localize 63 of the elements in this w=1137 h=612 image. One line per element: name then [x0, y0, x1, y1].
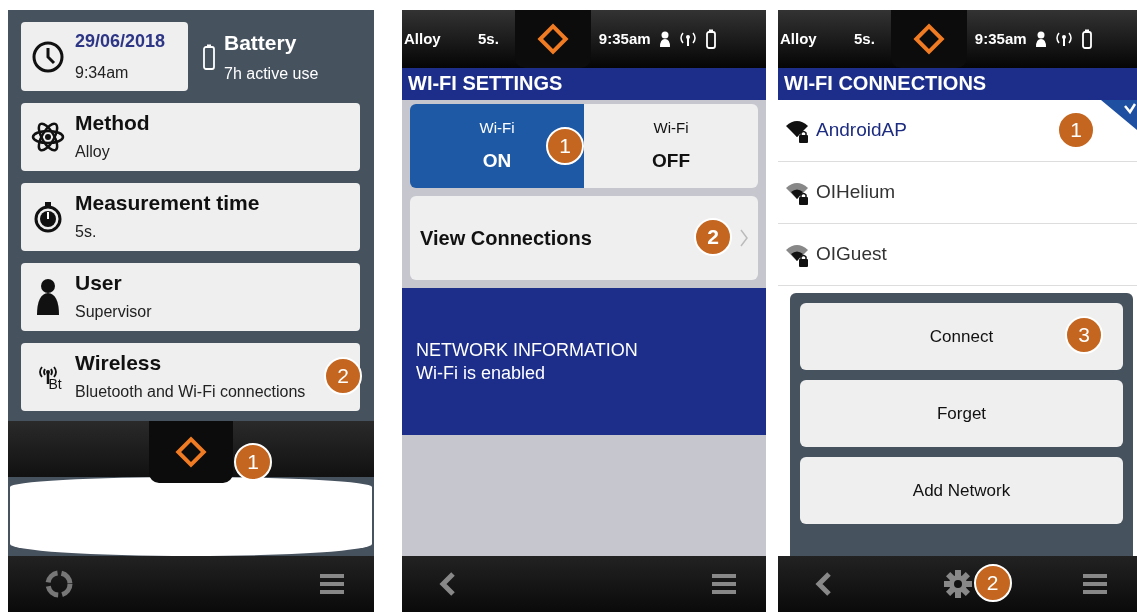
- callout-number-badge: 1: [234, 443, 272, 481]
- method-label: Alloy: [404, 28, 442, 49]
- duration-label: 5s.: [478, 28, 499, 49]
- duration-label: 5s.: [854, 28, 875, 49]
- icon-label: Bt: [48, 377, 62, 391]
- setting-title: Measurement time: [75, 190, 260, 216]
- setting-title: Wireless: [75, 350, 163, 376]
- person-icon: [34, 278, 62, 316]
- checkmark-corner-icon: [1101, 100, 1137, 130]
- circular-arrows-icon: [44, 569, 74, 599]
- view-connections-button[interactable]: View Connections 2: [410, 196, 758, 280]
- diamond-logo-icon: [536, 23, 569, 55]
- method-label: Alloy: [780, 28, 818, 49]
- setting-value: Alloy: [75, 141, 111, 162]
- person-icon: [1034, 31, 1047, 47]
- date-label: 29/06/2018: [75, 30, 166, 53]
- battery-icon: [704, 29, 717, 49]
- stopwatch-icon: [33, 201, 63, 233]
- setting-title: User: [75, 270, 123, 296]
- battery-icon: [1080, 29, 1093, 49]
- battery-detail: 7h active use: [224, 64, 319, 85]
- battery-title: Battery: [224, 29, 298, 56]
- chevron-right-icon: [740, 229, 748, 247]
- info-text: Wi-Fi is enabled: [416, 361, 547, 384]
- menu-icon: [1083, 573, 1107, 595]
- clock-icon: [31, 39, 65, 74]
- callout-number-badge: 2: [324, 357, 362, 395]
- setting-value: Supervisor: [75, 301, 152, 322]
- callout-number-badge: 1: [546, 127, 584, 165]
- battery-icon: [202, 43, 216, 70]
- atom-icon: [31, 120, 65, 154]
- home-tab[interactable]: [149, 421, 233, 483]
- callout-number-badge: 3: [1065, 316, 1103, 354]
- clock-label: 9:35am: [974, 28, 1027, 49]
- antenna-icon: [1054, 31, 1073, 47]
- diamond-logo-icon: [175, 436, 207, 468]
- wifi-toggle-option[interactable]: Wi-Fi ON 1: [410, 104, 584, 188]
- action-button[interactable]: Connect 3: [800, 303, 1123, 370]
- setting-title: Method: [75, 110, 150, 136]
- menu-icon: [712, 573, 736, 595]
- settings-card[interactable]: Measurement time 5s.: [21, 183, 360, 251]
- action-button[interactable]: Add Network: [800, 457, 1123, 524]
- setting-value: 5s.: [75, 221, 98, 242]
- callout-number-badge: 1: [1057, 111, 1095, 149]
- wifi-toggle-option[interactable]: Wi-Fi OFF: [584, 104, 758, 188]
- date-time-card[interactable]: 29/06/2018 9:34am: [21, 22, 188, 91]
- menu-icon: [320, 573, 344, 595]
- settings-card[interactable]: Bt Wireless Bluetooth and Wi-Fi connections 2: [21, 343, 360, 411]
- callout-number-badge: 2: [973, 564, 1012, 602]
- settings-card[interactable]: User Supervisor: [21, 263, 360, 331]
- back-chevron-icon: [438, 571, 456, 597]
- action-button[interactable]: Forget: [800, 380, 1123, 447]
- setting-value: Bluetooth and Wi-Fi connections: [75, 381, 306, 402]
- callout-number-badge: 2: [694, 218, 732, 256]
- clock-label: 9:35am: [598, 28, 651, 49]
- info-heading: NETWORK INFORMATION: [416, 339, 639, 362]
- diamond-logo-icon: [912, 23, 945, 55]
- settings-card[interactable]: Method Alloy: [21, 103, 360, 171]
- network-row[interactable]: AndroidAP 1: [778, 100, 1137, 162]
- antenna-icon: [678, 31, 697, 47]
- person-icon: [658, 31, 671, 47]
- time-label: 9:34am: [75, 63, 130, 83]
- back-chevron-icon: [814, 571, 832, 597]
